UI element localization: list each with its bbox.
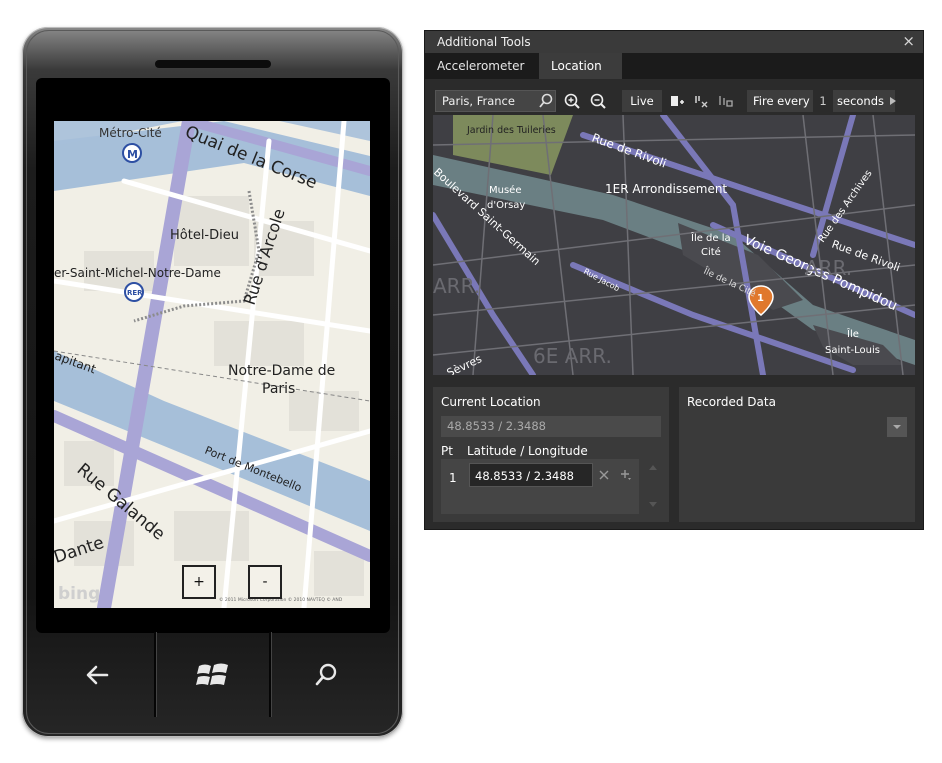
save-route-icon[interactable] — [715, 91, 735, 111]
play-icon[interactable] — [883, 91, 903, 111]
map-label-ile-cite-1: Île de la — [690, 231, 731, 244]
point-latlon-input[interactable]: 48.8533 / 2.3488 — [469, 463, 593, 487]
latlon-column-header: Latitude / Longitude — [467, 444, 588, 458]
pushpin-number: 1 — [757, 293, 764, 304]
phone-label-metro-cite: Métro-Cité — [99, 126, 162, 140]
zoom-in-icon[interactable] — [562, 91, 582, 111]
back-arrow-icon — [86, 665, 109, 684]
status-bar — [54, 101, 370, 121]
current-location-value: 48.8533 / 2.3488 — [441, 416, 661, 437]
button-divider — [154, 632, 156, 717]
points-list: 1 48.8533 / 2.3488 — [441, 459, 639, 514]
recorded-data-panel: Recorded Data — [679, 387, 915, 522]
insert-point-icon[interactable] — [619, 468, 633, 482]
map-label-ile-st-louis-1: Île — [846, 327, 859, 340]
phone-label-notre-dame-1: Notre-Dame de — [228, 363, 335, 379]
tab-location[interactable]: Location — [539, 53, 622, 79]
chevron-down-icon — [893, 425, 901, 429]
current-location-panel: Current Location 48.8533 / 2.3488 Pt Lat… — [433, 387, 669, 522]
scroll-down-icon[interactable] — [647, 501, 659, 509]
phone-map[interactable]: Métro-Cité M Quai de la Corse Hôtel-Dieu… — [54, 101, 370, 608]
phone-label-hotel-dieu: Hôtel-Dieu — [170, 228, 239, 243]
interval-input[interactable]: 1 — [813, 90, 833, 112]
point-number: 1 — [449, 471, 457, 485]
clear-pushpins-icon[interactable] — [691, 91, 711, 111]
start-button[interactable] — [157, 632, 269, 717]
map-label-ile-cite-2: Cité — [701, 246, 721, 258]
zoom-out-button[interactable]: - — [248, 565, 282, 599]
windows-logo-icon — [196, 663, 228, 685]
zoom-in-button[interactable]: + — [182, 565, 216, 599]
search-icon — [315, 663, 337, 685]
pt-column-header: Pt — [441, 444, 453, 458]
fire-every-label: Fire every — [747, 90, 813, 112]
map-label-arr-left: ARR. — [433, 274, 480, 298]
recorded-data-dropdown[interactable] — [887, 417, 907, 437]
additional-tools-window: Additional Tools × Accelerometer Locatio… — [424, 30, 924, 530]
live-button[interactable]: Live — [622, 90, 662, 112]
map-label-ile-st-louis-2: Saint-Louis — [825, 345, 880, 356]
tab-bar: Accelerometer Location — [425, 53, 923, 79]
tab-accelerometer[interactable]: Accelerometer — [425, 53, 539, 79]
phone-rer: RER — [127, 289, 143, 297]
phone-speaker — [155, 60, 271, 68]
delete-point-icon[interactable] — [599, 470, 609, 480]
current-location-title: Current Location — [441, 395, 541, 409]
close-button[interactable]: × — [902, 32, 915, 50]
map-label-jardin: Jardin des Tuileries — [466, 125, 556, 136]
zoom-out-icon[interactable] — [588, 91, 608, 111]
title-bar: Additional Tools × — [425, 31, 923, 53]
map-label-arr-faded: ARR. — [805, 256, 852, 280]
search-icon[interactable] — [536, 91, 556, 111]
hardware-buttons — [22, 632, 403, 737]
scroll-up-icon[interactable] — [647, 463, 659, 471]
phone-emulator: Métro-Cité M Quai de la Corse Hôtel-Dieu… — [22, 27, 403, 737]
phone-screen[interactable]: Métro-Cité M Quai de la Corse Hôtel-Dieu… — [54, 101, 370, 608]
map-label-musee-2: d'Orsay — [487, 200, 525, 211]
recorded-data-title: Recorded Data — [687, 395, 776, 409]
phone-metro-m: M — [127, 148, 138, 161]
phone-label-notre-dame-2: Paris — [262, 381, 295, 397]
map-label-6e-arr: 6E ARR. — [533, 344, 612, 368]
location-map[interactable]: Jardin des Tuileries Rue de Rivoli Musée… — [433, 115, 915, 375]
location-toolbar: Paris, France Live Fire every 1 seconds — [433, 88, 915, 114]
window-title: Additional Tools — [437, 35, 531, 49]
map-label-arrondissement: 1ER Arrondissement — [605, 182, 727, 196]
bing-logo: bing — [58, 584, 100, 604]
add-pushpin-icon[interactable] — [667, 91, 687, 111]
back-button[interactable] — [42, 632, 154, 717]
map-label-musee-1: Musée — [489, 184, 521, 196]
phone-label-st-michel: er-Saint-Michel-Notre-Dame — [54, 266, 221, 280]
search-button[interactable] — [270, 632, 382, 717]
